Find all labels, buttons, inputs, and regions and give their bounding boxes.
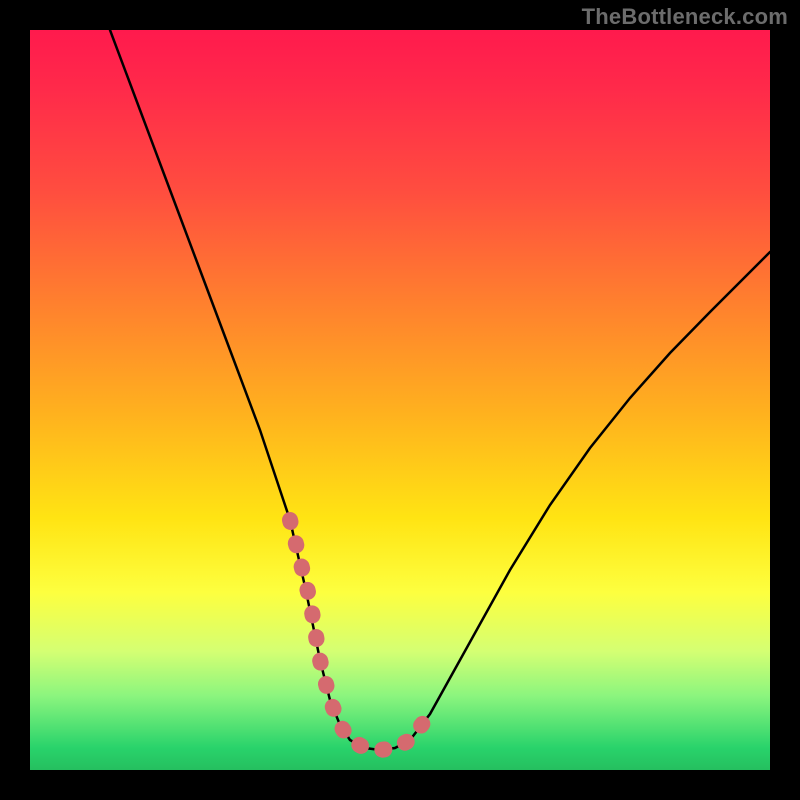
optimal-range-highlight	[290, 520, 430, 750]
plot-area	[30, 30, 770, 770]
bottleneck-curve	[110, 30, 770, 750]
chart-frame: TheBottleneck.com	[0, 0, 800, 800]
curve-overlay	[30, 30, 770, 770]
watermark-text: TheBottleneck.com	[582, 4, 788, 30]
